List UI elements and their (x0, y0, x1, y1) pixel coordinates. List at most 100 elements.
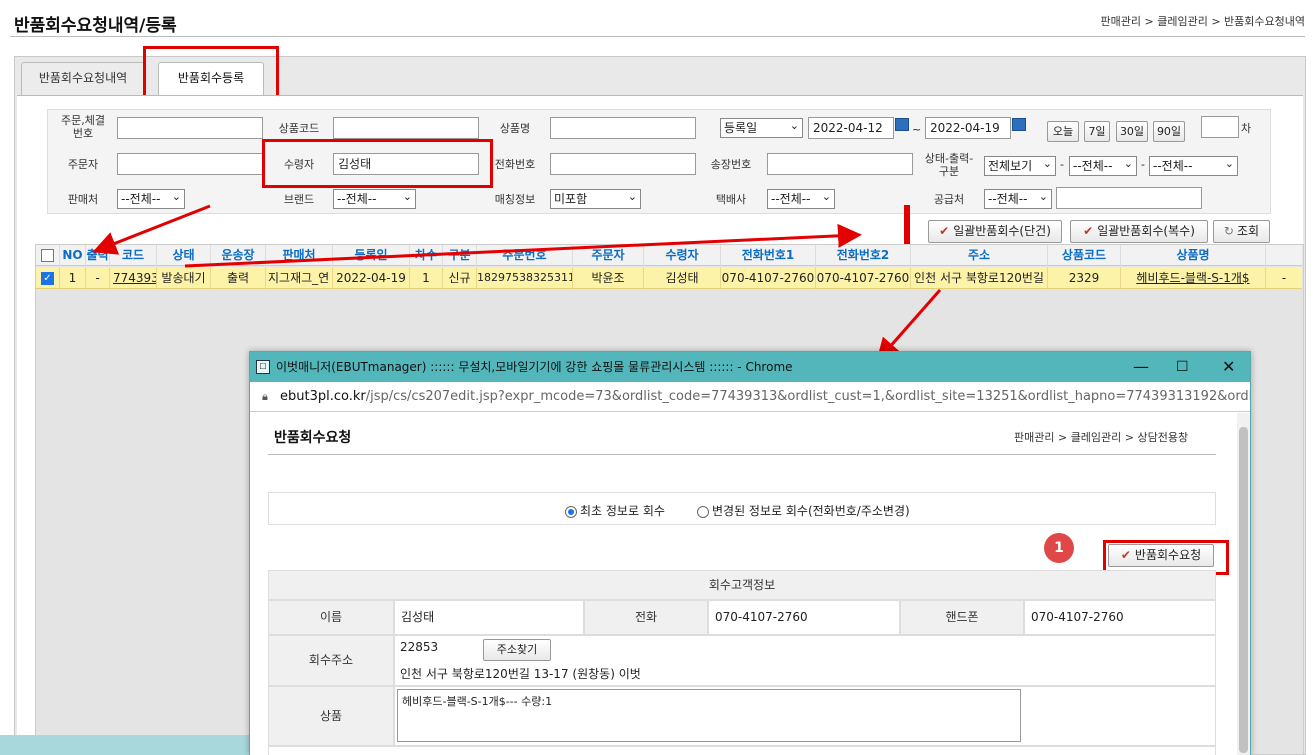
dash-1: - (1060, 158, 1064, 171)
calendar-from-icon[interactable] (895, 118, 909, 131)
header-phone2[interactable]: 전화번호2 (816, 245, 911, 266)
popup-address-bar[interactable]: 🔒︎ ebut3pl.co.kr/jsp/cs/cs207edit.jsp?ex… (250, 382, 1250, 412)
find-address-button[interactable]: 주소찾기 (483, 639, 551, 661)
name-value: 김성태 (394, 600, 584, 635)
date-from-input[interactable]: 2022-04-12 (808, 117, 894, 139)
header-reg-date[interactable]: 등록일 (333, 245, 410, 266)
app-logo-icon: ☐ (256, 360, 270, 374)
header-phone1[interactable]: 전화번호1 (721, 245, 816, 266)
cell-print: - (86, 267, 110, 289)
cell-address: 인천 서구 북항로120번길 (911, 267, 1048, 289)
mobile-value: 070-4107-2760 (1024, 600, 1216, 635)
brand-select[interactable]: --전체-- (333, 189, 416, 209)
popup-titlebar[interactable]: ☐ 이벗매니저(EBUTmanager) :::::: 무설치,모바일기기에 강… (250, 352, 1250, 382)
header-waybill[interactable]: 운송장 (211, 245, 266, 266)
select-all-checkbox[interactable] (41, 249, 54, 262)
invoice-input[interactable] (767, 153, 913, 175)
phone-label: 전화번호 (494, 158, 536, 171)
brand-label: 브랜드 (283, 193, 315, 206)
calendar-to-icon[interactable] (1012, 118, 1026, 131)
radio-original[interactable] (565, 505, 577, 518)
header-address[interactable]: 주소 (911, 245, 1048, 266)
popup-window-title: 이벗매니저(EBUTmanager) :::::: 무설치,모바일기기에 강한 … (276, 360, 793, 374)
radio-changed[interactable] (697, 505, 709, 518)
product-name-input[interactable] (550, 117, 696, 139)
search-button[interactable]: ↻ 조회 (1213, 220, 1270, 243)
header-no[interactable]: NO (60, 245, 86, 266)
table-row[interactable]: ✓ 1 - 77439313 발송대기 출력 지그재그_연 2022-04-19… (36, 267, 1302, 289)
quick-today-button[interactable]: 오늘 (1047, 121, 1079, 142)
order-no-input[interactable] (117, 117, 263, 139)
product-cell: 헤비후드-블랙-S-1개$--- 수량:1 (394, 686, 1216, 746)
date-type-select[interactable]: 등록일 (720, 118, 803, 138)
cell-seller: 지그재그_연 (266, 267, 333, 289)
header-order-no[interactable]: 주문번호 (477, 245, 573, 266)
lock-icon: 🔒︎ (262, 390, 268, 403)
supplier-select[interactable]: --전체-- (984, 189, 1052, 209)
address-cell: 22853 주소찾기 인천 서구 북항로120번길 13-17 (원창동) 이벗 (394, 635, 1216, 686)
supplier-input[interactable] (1056, 187, 1202, 209)
row-checkbox[interactable]: ✓ (41, 272, 54, 285)
bulk-return-multi-button[interactable]: ✔ 일괄반품회수(복수) (1070, 220, 1208, 243)
cell-phone1: 070-4107-2760 (721, 267, 816, 289)
name-label: 이름 (268, 600, 394, 635)
grid-header: NO 출력 코드 상태 운송장 판매처 등록일 차수 구분 주문번호 주문자 수… (36, 245, 1302, 266)
cell-no: 1 (60, 267, 86, 289)
scroll-thumb[interactable] (1239, 427, 1248, 753)
radio-original-option[interactable]: 최초 정보로 회수 (565, 502, 665, 519)
cell-code-link[interactable]: 77439313 (110, 267, 157, 289)
orderer-input[interactable] (117, 153, 263, 175)
address-text: 인천 서구 북항로120번길 13-17 (원창동) 이벗 (400, 667, 641, 681)
quick-7-button[interactable]: 7일 (1084, 121, 1110, 142)
date-to-input[interactable]: 2022-04-19 (925, 117, 1011, 139)
print-select[interactable]: --전체-- (1069, 156, 1137, 176)
check-icon: ✔ (939, 224, 950, 238)
header-type[interactable]: 구분 (443, 245, 477, 266)
close-icon[interactable]: ✕ (1222, 352, 1235, 382)
breadcrumb: 판매관리 > 클레임관리 > 반품회수요청내역 (1100, 15, 1305, 28)
header-product-code[interactable]: 상품코드 (1048, 245, 1121, 266)
tab-return-request-list[interactable]: 반품회수요청내역 (21, 62, 145, 95)
cell-status: 발송대기 (157, 267, 211, 289)
maximize-icon[interactable]: ☐ (1176, 352, 1189, 382)
header-seller[interactable]: 판매처 (266, 245, 333, 266)
header-orderer[interactable]: 주문자 (573, 245, 644, 266)
cell-orderer: 박윤조 (573, 267, 644, 289)
popup-title-divider (268, 454, 1216, 455)
product-textarea[interactable]: 헤비후드-블랙-S-1개$--- 수량:1 (397, 689, 1021, 742)
cell-phone2: 070-4107-2760 (816, 267, 911, 289)
refresh-icon: ↻ (1223, 224, 1234, 238)
seller-select[interactable]: --전체-- (117, 189, 185, 209)
courier-label: 택배사 (715, 193, 747, 206)
header-select-all[interactable] (36, 245, 60, 266)
cell-type: 신규 (443, 267, 477, 289)
header-print[interactable]: 출력 (86, 245, 110, 266)
quick-90-button[interactable]: 90일 (1153, 121, 1185, 142)
cha-input[interactable] (1201, 116, 1239, 138)
status-view-select[interactable]: 전체보기 (984, 156, 1056, 176)
zip-code: 22853 (400, 640, 439, 654)
minimize-icon[interactable]: — (1133, 352, 1149, 382)
category-select[interactable]: --전체-- (1149, 156, 1238, 176)
header-status[interactable]: 상태 (157, 245, 211, 266)
popup-scrollbar[interactable] (1237, 413, 1250, 755)
cell-order-no: 18297538325311 (477, 267, 573, 289)
row-checkbox-cell[interactable]: ✓ (36, 267, 60, 289)
orderer-label: 주문자 (67, 158, 99, 171)
radio-changed-option[interactable]: 변경된 정보로 회수(전화번호/주소변경) (697, 502, 910, 519)
courier-select[interactable]: --전체-- (767, 189, 835, 209)
cell-product-name-link[interactable]: 헤비후드-블랙-S-1개$ (1121, 267, 1266, 289)
bulk-return-single-button[interactable]: ✔ 일괄반품회수(단건) (928, 220, 1062, 243)
header-code[interactable]: 코드 (110, 245, 157, 266)
header-round[interactable]: 차수 (410, 245, 443, 266)
cell-waybill: 출력 (211, 267, 266, 289)
header-product-name[interactable]: 상품명 (1121, 245, 1266, 266)
product-code-input[interactable] (333, 117, 479, 139)
cell-reg-date: 2022-04-19 (333, 267, 410, 289)
phone-input[interactable] (550, 153, 696, 175)
header-receiver[interactable]: 수령자 (644, 245, 721, 266)
step-badge: 1 (1044, 533, 1074, 563)
quick-30-button[interactable]: 30일 (1116, 121, 1148, 142)
match-select[interactable]: 미포함 (550, 189, 641, 209)
phone-value: 070-4107-2760 (708, 600, 900, 635)
